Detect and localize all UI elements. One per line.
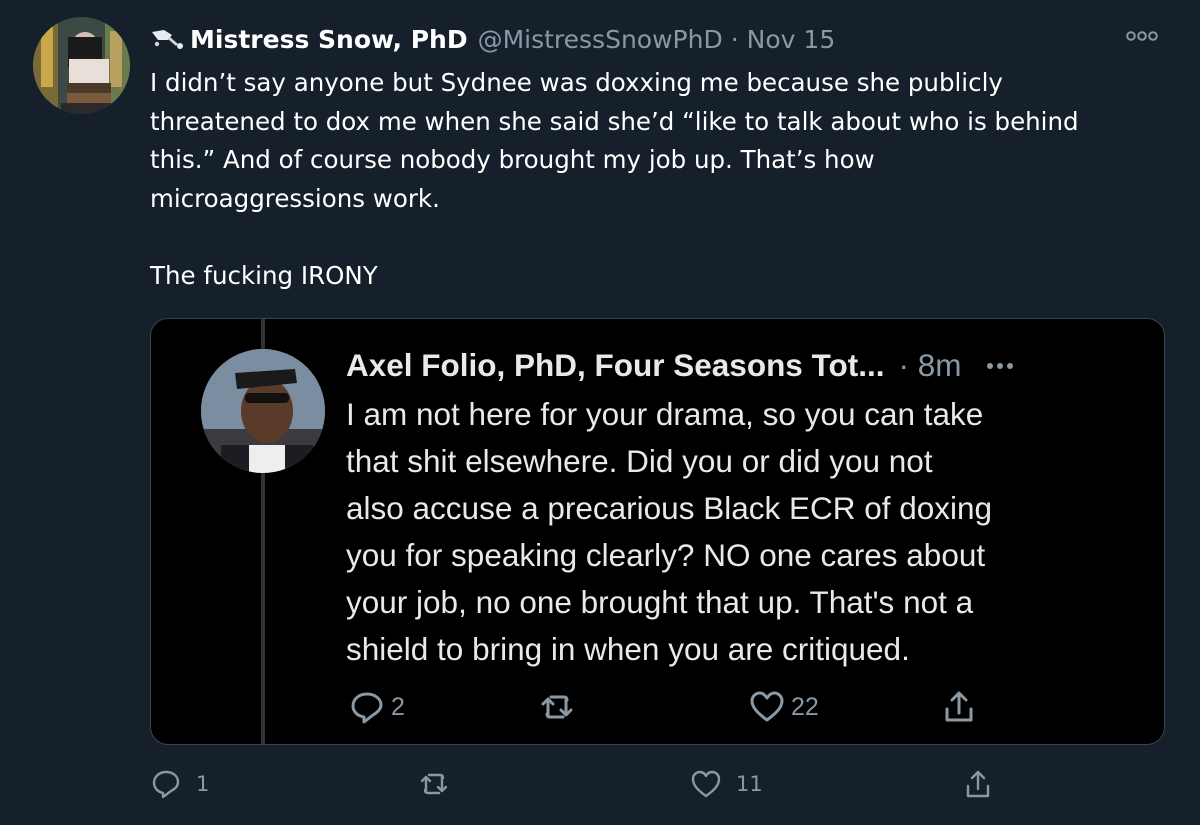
retweet-button[interactable] — [418, 768, 450, 800]
reply-icon — [152, 770, 180, 799]
sword-icon — [152, 30, 183, 49]
avatar-image — [33, 17, 130, 114]
quoted-reply-count: 2 — [391, 692, 405, 721]
author-avatar[interactable] — [33, 17, 130, 114]
author-handle[interactable]: @MistressSnowPhD — [478, 25, 723, 54]
quoted-author-name: Axel Folio, PhD, Four Seasons Tot... — [346, 347, 885, 383]
like-count: 11 — [736, 772, 763, 796]
share-icon — [945, 691, 973, 722]
quoted-author-avatar — [201, 349, 325, 473]
retweet-icon — [541, 695, 573, 719]
quoted-tweet-image[interactable]: Axel Folio, PhD, Four Seasons Tot... · 8… — [150, 318, 1165, 745]
reply-icon — [351, 692, 383, 724]
share-icon — [966, 770, 990, 798]
quoted-action-bar: 2 22 — [151, 689, 1164, 729]
quoted-like-count: 22 — [791, 692, 819, 721]
reply-button[interactable]: 1 — [150, 768, 209, 800]
share-button[interactable] — [962, 768, 994, 800]
quoted-header: Axel Folio, PhD, Four Seasons Tot... · 8… — [346, 347, 1017, 384]
more-dots-icon — [987, 362, 1014, 369]
separator: · — [730, 24, 739, 54]
quoted-avatar-image — [201, 349, 325, 473]
tweet-header: Mistress Snow, PhD @MistressSnowPhD · No… — [150, 22, 835, 56]
tweet-text: I didn’t say anyone but Sydnee was doxxi… — [150, 68, 1079, 290]
quoted-reply-action: 2 — [349, 689, 405, 725]
quoted-share-action — [941, 689, 977, 725]
tweet-action-bar: 1 11 — [0, 768, 1200, 808]
quoted-like-action: 22 — [749, 689, 819, 725]
tweet-timestamp[interactable]: Nov 15 — [747, 25, 836, 54]
heart-icon — [750, 691, 784, 722]
retweet-icon — [420, 773, 448, 795]
like-button[interactable]: 11 — [690, 768, 763, 800]
heart-icon — [691, 770, 721, 798]
more-dots-icon[interactable] — [1120, 25, 1164, 47]
quoted-timestamp: · 8m — [898, 347, 962, 383]
quoted-retweet-action — [539, 689, 575, 725]
author-name[interactable]: Mistress Snow, PhD — [190, 25, 468, 54]
reply-count: 1 — [196, 772, 210, 796]
quoted-text: I am not here for your drama, so you can… — [346, 396, 993, 667]
